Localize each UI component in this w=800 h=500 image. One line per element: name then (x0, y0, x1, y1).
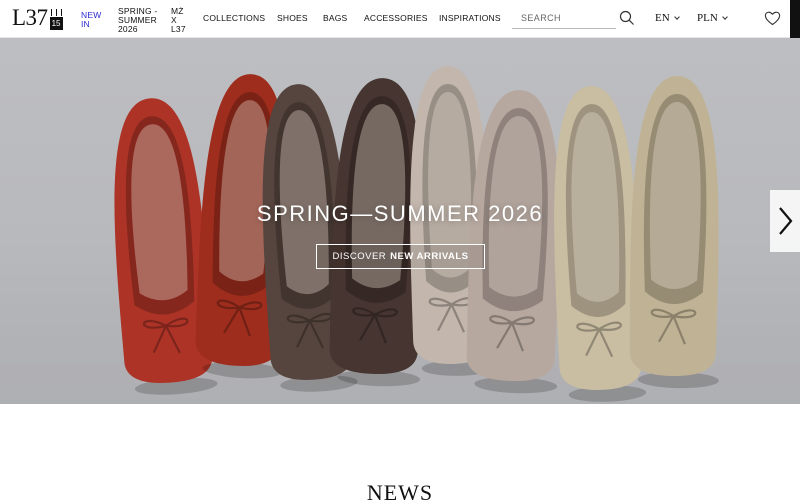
news-section-title: NEWS (366, 480, 434, 500)
hero-title: SPRING—SUMMER 2026 (256, 201, 544, 226)
nav-mz-x-l37[interactable]: MŻ X L37 (171, 7, 189, 34)
nav-new-in[interactable]: NEW IN (81, 11, 105, 29)
logo-text: L37 (12, 5, 48, 30)
nav-accessories[interactable]: ACCESSORIES (364, 14, 428, 23)
currency-value: PLN (697, 12, 718, 24)
search-input[interactable] (512, 8, 616, 29)
brand-logo[interactable]: L37 15 (12, 6, 64, 32)
nav-inspirations[interactable]: INSPIRATIONS (439, 14, 501, 23)
chevron-down-icon (721, 13, 728, 20)
nav-shoes[interactable]: SHOES (277, 14, 308, 23)
carousel-next-button[interactable] (770, 190, 800, 252)
nav-bags[interactable]: BAGS (323, 14, 347, 23)
language-select[interactable]: EN (655, 12, 680, 24)
wishlist-heart-icon[interactable] (764, 10, 781, 26)
nav-spring-summer[interactable]: SPRING - SUMMER 2026 (118, 7, 160, 34)
language-value: EN (655, 12, 670, 24)
cta-bold: NEW ARRIVALS (390, 251, 469, 262)
logo-badge: 15 (49, 9, 64, 31)
logo-badge-number: 15 (49, 17, 63, 30)
chevron-right-icon (779, 207, 793, 235)
chevron-down-icon (673, 13, 680, 20)
currency-select[interactable]: PLN (697, 12, 728, 24)
cta-prefix: DISCOVER (332, 251, 387, 262)
hero-banner[interactable]: SPRING—SUMMER 2026 DISCOVER NEW ARRIVALS (0, 38, 800, 404)
discover-new-arrivals-button[interactable]: DISCOVER NEW ARRIVALS (316, 244, 485, 269)
header-edge (790, 0, 800, 38)
site-header: L37 15 NEW IN SPRING - SUMMER 2026 MŻ X … (0, 0, 800, 38)
nav-collections[interactable]: COLLECTIONS (203, 14, 265, 23)
search-icon[interactable] (619, 10, 635, 26)
